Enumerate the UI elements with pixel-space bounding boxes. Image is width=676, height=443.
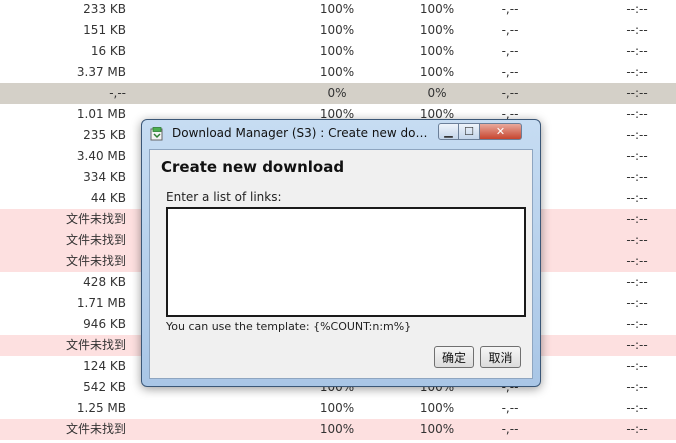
cancel-button[interactable]: 取消 <box>480 346 521 368</box>
time-left-cell: --:-- <box>626 65 648 79</box>
minimize-button[interactable]: ▁ <box>438 123 459 140</box>
ok-button[interactable]: 确定 <box>434 346 474 368</box>
size-cell: 428 KB <box>83 275 126 289</box>
speed-cell: -,-- <box>501 2 519 16</box>
dialog-heading: Create new download <box>161 158 345 176</box>
progress-cell: 100% <box>319 23 355 37</box>
speed-cell: -,-- <box>501 422 519 436</box>
dialog-titlebar[interactable]: Download Manager (S3) : Create new downl… <box>142 120 540 148</box>
minimize-icon: ▁ <box>444 125 453 138</box>
time-left-cell: --:-- <box>626 233 648 247</box>
dialog-title: Download Manager (S3) : Create new downl… <box>172 126 434 140</box>
time-left-cell: --:-- <box>626 422 648 436</box>
time-left-cell: --:-- <box>626 380 648 394</box>
progress-cell: 100% <box>319 65 355 79</box>
speed-cell: -,-- <box>501 65 519 79</box>
size-cell: 151 KB <box>83 23 126 37</box>
table-row[interactable]: 文件未找到 100% 100% -,-- --:-- <box>0 419 676 440</box>
progress-cell: 0% <box>427 86 447 100</box>
time-left-cell: --:-- <box>626 86 648 100</box>
size-cell: 1.71 MB <box>76 296 126 310</box>
progress-cell: 100% <box>419 2 455 16</box>
table-row[interactable]: 1.25 MB 100% 100% -,-- --:-- <box>0 398 676 419</box>
time-left-cell: --:-- <box>626 2 648 16</box>
size-cell: 1.25 MB <box>76 401 126 415</box>
size-cell: 233 KB <box>83 2 126 16</box>
size-cell: 文件未找到 <box>65 338 126 352</box>
progress-cell: 100% <box>319 44 355 58</box>
size-cell: 文件未找到 <box>65 254 126 268</box>
size-cell: 946 KB <box>83 317 126 331</box>
close-icon: ✕ <box>495 125 506 138</box>
size-cell: 3.37 MB <box>76 65 126 79</box>
links-input[interactable] <box>166 207 526 317</box>
progress-cell: 100% <box>419 401 455 415</box>
create-download-dialog: Download Manager (S3) : Create new downl… <box>141 119 541 387</box>
size-cell: 文件未找到 <box>65 233 126 247</box>
time-left-cell: --:-- <box>626 275 648 289</box>
links-label: Enter a list of links: <box>166 190 282 204</box>
time-left-cell: --:-- <box>626 296 648 310</box>
time-left-cell: --:-- <box>626 338 648 352</box>
maximize-icon: ☐ <box>464 125 474 138</box>
size-cell: 文件未找到 <box>65 422 126 436</box>
size-cell: 文件未找到 <box>65 212 126 226</box>
time-left-cell: --:-- <box>626 44 648 58</box>
time-left-cell: --:-- <box>626 401 648 415</box>
time-left-cell: --:-- <box>626 212 648 226</box>
progress-cell: 100% <box>319 422 355 436</box>
speed-cell: -,-- <box>501 86 519 100</box>
size-cell: 124 KB <box>83 359 126 373</box>
download-manager-icon <box>150 127 163 141</box>
progress-cell: 100% <box>319 401 355 415</box>
size-cell: 542 KB <box>83 380 126 394</box>
close-button[interactable]: ✕ <box>480 123 522 140</box>
time-left-cell: --:-- <box>626 23 648 37</box>
table-row[interactable]: 16 KB 100% 100% -,-- --:-- <box>0 41 676 62</box>
time-left-cell: --:-- <box>626 191 648 205</box>
progress-cell: 100% <box>419 65 455 79</box>
maximize-button[interactable]: ☐ <box>459 123 480 140</box>
table-row[interactable]: 151 KB 100% 100% -,-- --:-- <box>0 20 676 41</box>
dialog-body: Create new download Enter a list of link… <box>149 149 533 379</box>
size-cell: 334 KB <box>83 170 126 184</box>
time-left-cell: --:-- <box>626 254 648 268</box>
size-cell: -,-- <box>109 86 126 100</box>
speed-cell: -,-- <box>501 401 519 415</box>
time-left-cell: --:-- <box>626 170 648 184</box>
size-cell: 235 KB <box>83 128 126 142</box>
progress-cell: 100% <box>419 23 455 37</box>
time-left-cell: --:-- <box>626 107 648 121</box>
table-row[interactable]: 233 KB 100% 100% -,-- --:-- <box>0 0 676 20</box>
size-cell: 16 KB <box>90 44 126 58</box>
time-left-cell: --:-- <box>626 359 648 373</box>
speed-cell: -,-- <box>501 44 519 58</box>
time-left-cell: --:-- <box>626 149 648 163</box>
progress-cell: 100% <box>319 2 355 16</box>
progress-cell: 0% <box>327 86 347 100</box>
progress-cell: 100% <box>419 422 455 436</box>
table-row[interactable]: -,-- 0% 0% -,-- --:-- <box>0 83 676 104</box>
time-left-cell: --:-- <box>626 317 648 331</box>
size-cell: 1.01 MB <box>76 107 126 121</box>
progress-cell: 100% <box>419 44 455 58</box>
template-hint: You can use the template: {%COUNT:n:m%} <box>166 320 412 333</box>
time-left-cell: --:-- <box>626 128 648 142</box>
table-row[interactable]: 3.37 MB 100% 100% -,-- --:-- <box>0 62 676 83</box>
size-cell: 3.40 MB <box>76 149 126 163</box>
size-cell: 44 KB <box>90 191 126 205</box>
speed-cell: -,-- <box>501 23 519 37</box>
